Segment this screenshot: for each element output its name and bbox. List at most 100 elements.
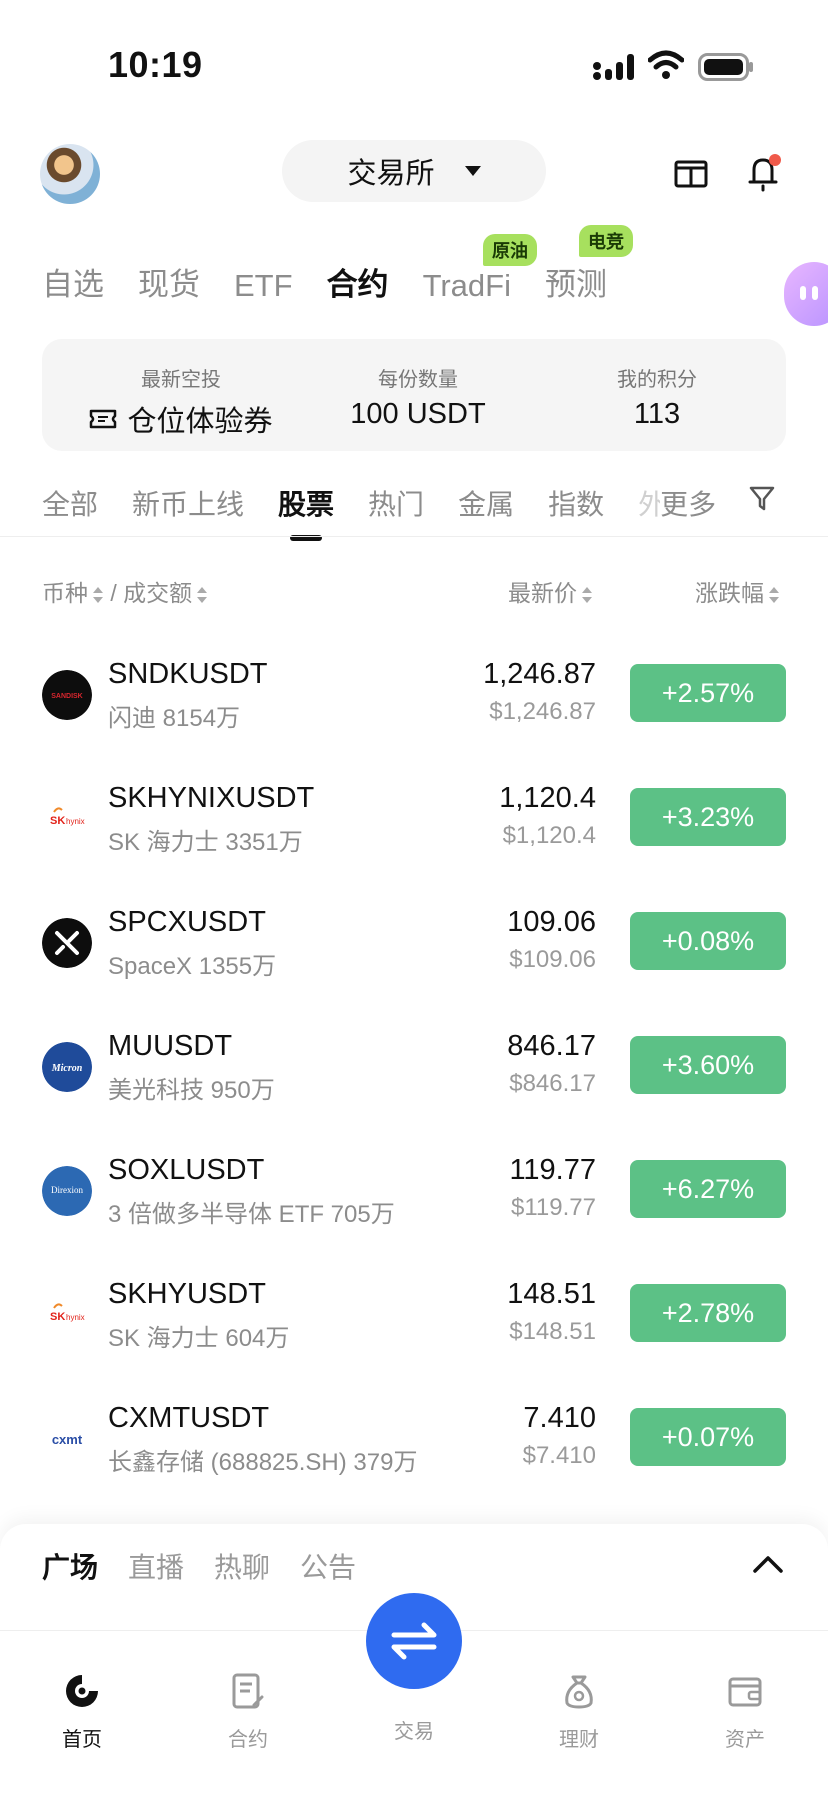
change-badge[interactable]: +0.08% (630, 912, 786, 970)
micron-logo-icon: Micron (42, 1042, 92, 1092)
subtab-hot[interactable]: 热门 (368, 483, 424, 523)
coin-symbol: MUUSDT (108, 1030, 233, 1062)
wifi-icon (648, 50, 684, 79)
airdrop-card[interactable]: 最新空投 仓位体验券 每份数量 100 USDT 我的积分 113 (42, 339, 786, 451)
table-row[interactable]: Micron MUUSDT 美光科技 950万 846.17 $846.17 +… (42, 1030, 786, 1104)
last-price: 1,120.4 (499, 782, 596, 814)
tab-futures[interactable]: 合约 (327, 259, 389, 304)
bubble-eye-left (800, 286, 806, 300)
nav-futures[interactable]: 合约 (193, 1651, 303, 1752)
sandisk-logo-text: SANDISK (51, 693, 83, 700)
subtab-metals[interactable]: 金属 (458, 483, 514, 523)
table-row[interactable]: SANDISK SNDKUSDT 闪迪 8154万 1,246.87 $1,24… (42, 658, 786, 732)
tab-watchlist[interactable]: 自选 (42, 259, 104, 304)
change-badge[interactable]: +3.60% (630, 1036, 786, 1094)
tab-spot[interactable]: 现货 (138, 259, 200, 304)
money-bag-icon (565, 1675, 593, 1709)
nav-earn-label: 理财 (559, 1729, 599, 1751)
table-row[interactable]: cxmt CXMTUSDT 长鑫存储 (688825.SH) 379万 7.41… (42, 1402, 786, 1476)
subtab-forex-partial[interactable]: 外 (638, 483, 660, 523)
user-avatar[interactable] (40, 144, 100, 204)
coin-name-volume: SK 海力士 604万 (108, 1325, 290, 1352)
caret-down-icon (464, 166, 481, 176)
last-price: 109.06 (507, 906, 596, 938)
wallet-icon (728, 1677, 762, 1707)
nav-trade-label[interactable]: 交易 (359, 1715, 469, 1744)
tab-label: 合约 (326, 267, 389, 302)
coin-name-volume: SpaceX 1355万 (108, 953, 277, 980)
bubble-eye-right (812, 286, 818, 300)
change-badge[interactable]: +0.07% (630, 1408, 786, 1466)
swap-arrows-icon (391, 1622, 437, 1660)
subtab-stocks[interactable]: 股票 (278, 483, 334, 523)
tab-etf[interactable]: ETF (234, 268, 293, 304)
tab-live[interactable]: 直播 (128, 1546, 184, 1586)
notification-bell-icon[interactable] (748, 152, 782, 192)
change-badge[interactable]: +6.27% (630, 1160, 786, 1218)
nav-futures-label: 合约 (228, 1729, 268, 1751)
column-separator: / (110, 580, 117, 606)
price-usd: $1,246.87 (489, 698, 596, 725)
price-usd: $846.17 (509, 1070, 596, 1097)
tab-badge: 原油 (482, 234, 537, 266)
nav-earn[interactable]: 理财 (524, 1651, 634, 1752)
my-points-value: 113 (633, 398, 681, 430)
skhynix-logo-icon: SK hynix (42, 1290, 92, 1340)
table-row[interactable]: SK hynix SKHYNIXUSDT SK 海力士 3351万 1,120.… (42, 782, 786, 856)
my-points: 我的积分 113 (582, 363, 732, 431)
square-tabs: 广场 直播 热聊 公告 (42, 1546, 356, 1586)
filter-icon[interactable] (748, 484, 776, 512)
nav-assets[interactable]: 资产 (690, 1651, 800, 1752)
tab-badge: 电竞 (578, 225, 633, 257)
status-bar: 10:19 (0, 0, 828, 130)
change-badge[interactable]: +3.23% (630, 788, 786, 846)
sort-coin-volume[interactable]: 币种 / 成交额 (42, 574, 208, 608)
layout-panel-icon[interactable] (674, 158, 708, 188)
nav-home[interactable]: 首页 (27, 1651, 137, 1752)
sort-price[interactable]: 最新价 (508, 574, 593, 608)
airdrop-amount: 每份数量 100 USDT (338, 363, 498, 431)
coin-symbol: CXMTUSDT (108, 1402, 270, 1434)
sort-change[interactable]: 涨跌幅 (695, 574, 780, 608)
trade-button[interactable] (366, 1593, 462, 1689)
coin-symbol: SKHYUSDT (108, 1278, 266, 1310)
tab-prediction[interactable]: 预测 电竞 (545, 225, 633, 304)
tab-label: TradFi (422, 268, 511, 303)
ticket-icon (90, 409, 117, 429)
table-row[interactable]: Direxion SOXLUSDT 3 倍做多半导体 ETF 705万 119.… (42, 1154, 786, 1228)
tab-announcements[interactable]: 公告 (300, 1546, 356, 1586)
chevron-up-icon[interactable] (752, 1554, 784, 1574)
change-badge[interactable]: +2.57% (630, 664, 786, 722)
sort-arrows-icon (197, 586, 208, 603)
subtab-all[interactable]: 全部 (42, 483, 98, 523)
tab-tradfi[interactable]: TradFi 原油 (422, 234, 537, 304)
sort-arrows-icon (582, 586, 592, 603)
table-row[interactable]: SK hynix SKHYUSDT SK 海力士 604万 148.51 $14… (42, 1278, 786, 1352)
coin-name-volume: SK 海力士 3351万 (108, 829, 303, 856)
latest-airdrop-value-row: 仓位体验券 (76, 398, 286, 440)
floating-assistant-button[interactable] (784, 262, 828, 326)
tab-square[interactable]: 广场 (42, 1546, 98, 1586)
spacex-logo-icon (42, 918, 92, 968)
tab-hot-chat[interactable]: 热聊 (214, 1546, 270, 1586)
latest-airdrop: 最新空投 仓位体验券 (76, 363, 286, 440)
latest-airdrop-label: 最新空投 (141, 369, 221, 391)
exchange-switcher[interactable]: 交易所 (282, 140, 546, 202)
column-coin: 币种 (42, 580, 88, 606)
table-row[interactable]: SPCXUSDT SpaceX 1355万 109.06 $109.06 +0.… (42, 906, 786, 980)
change-badge[interactable]: +2.78% (630, 1284, 786, 1342)
subtab-more[interactable]: 更多 (660, 483, 716, 523)
price-usd: $7.410 (522, 1442, 596, 1469)
hynix-logo-text: hynix (66, 1313, 85, 1322)
price-usd: $119.77 (511, 1194, 596, 1221)
subtab-new-listings[interactable]: 新币上线 (132, 483, 244, 523)
home-icon (66, 1675, 98, 1707)
subtab-index[interactable]: 指数 (548, 483, 604, 523)
sort-arrows-icon (93, 586, 103, 603)
sk-logo-text: SK (50, 815, 65, 827)
my-points-label: 我的积分 (617, 369, 697, 391)
price-usd: $1,120.4 (502, 822, 596, 849)
direxion-logo-text: Direxion (51, 1185, 83, 1195)
sort-arrows-icon (769, 586, 779, 603)
divider (0, 536, 828, 537)
